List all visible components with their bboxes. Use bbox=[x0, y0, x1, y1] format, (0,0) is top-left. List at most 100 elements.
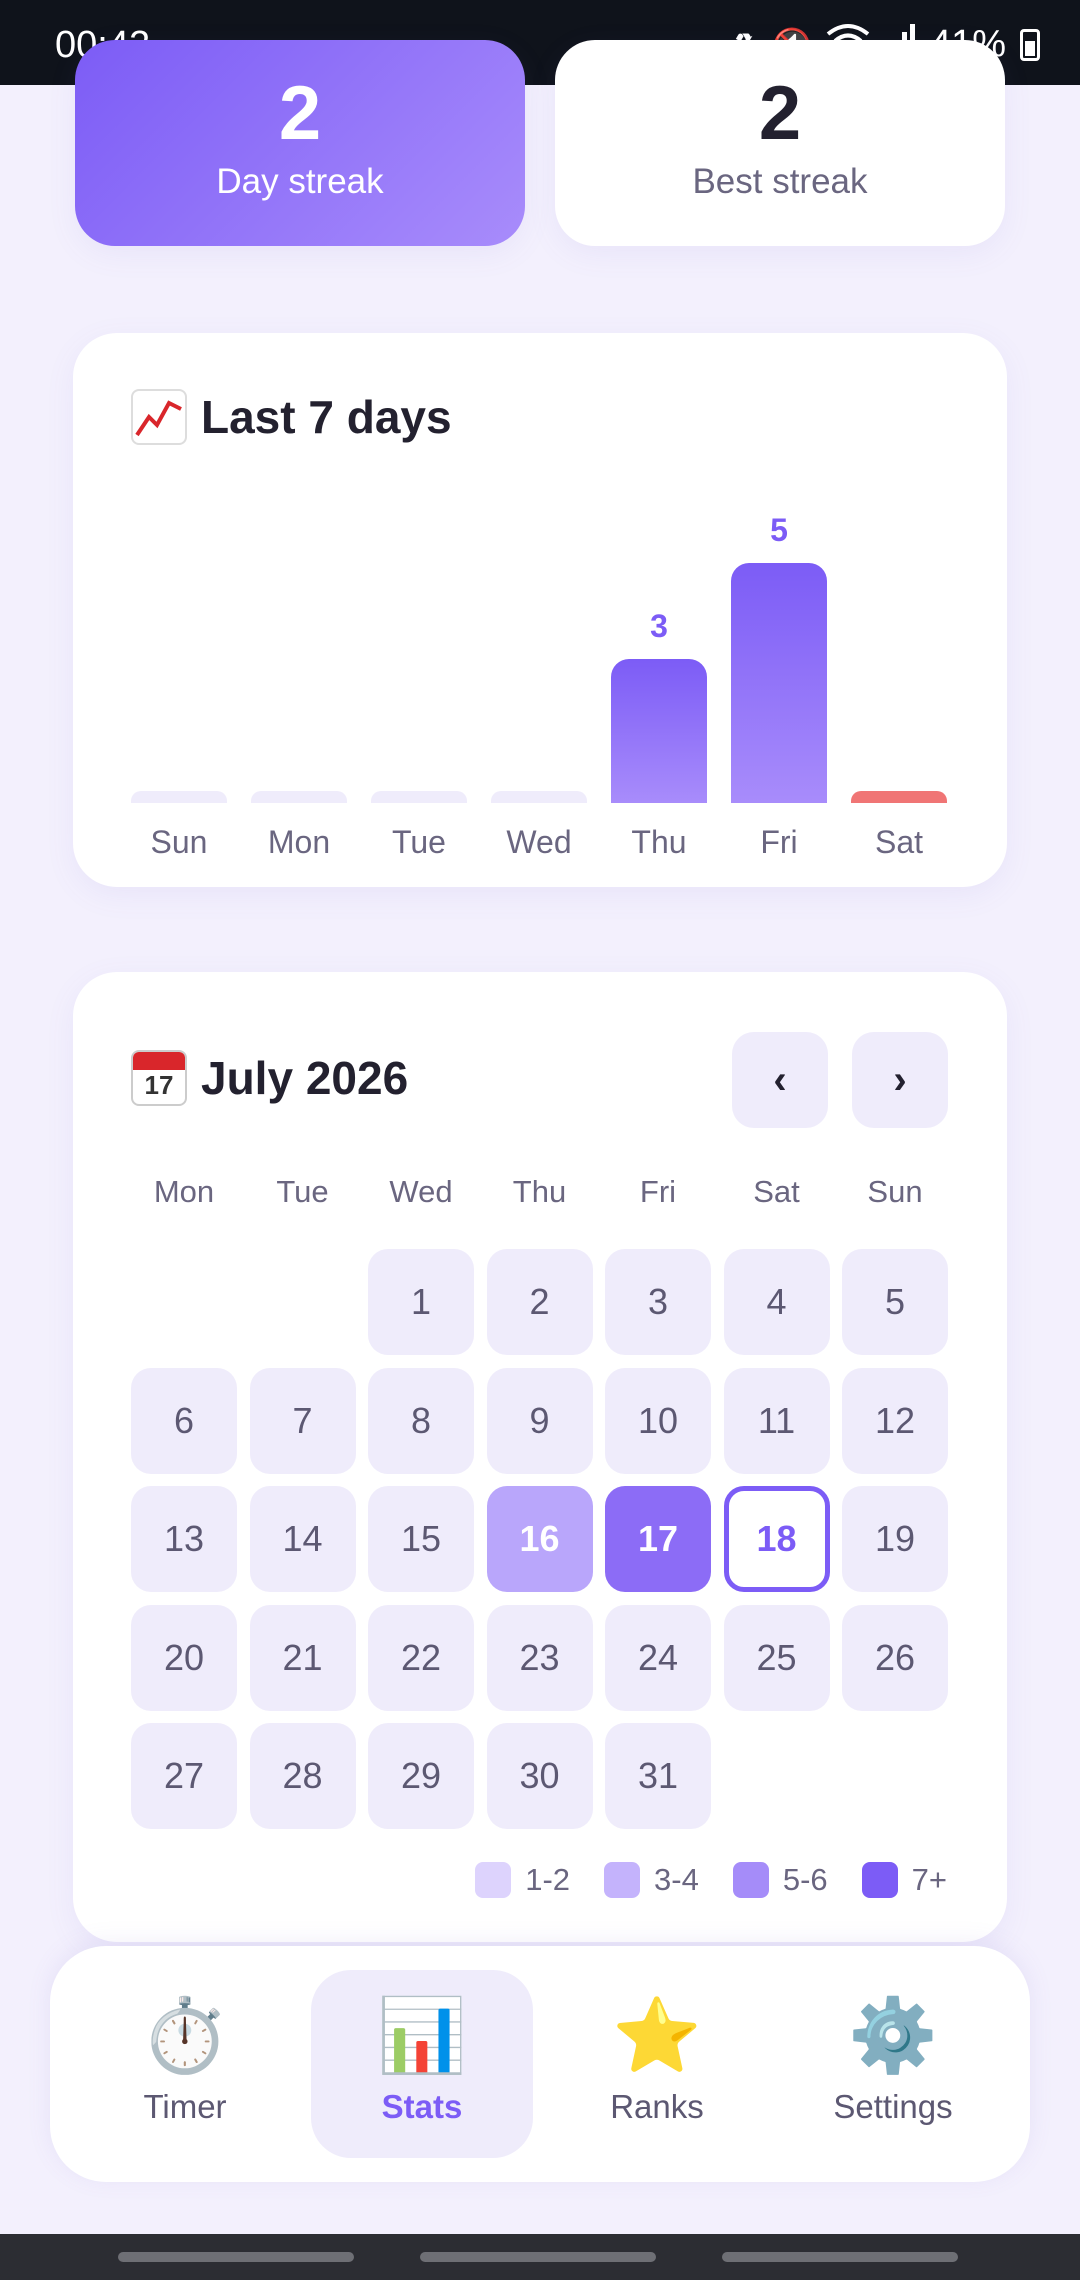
current-streak-value: 2 bbox=[278, 71, 322, 156]
nav-item-timer[interactable]: ⏱️ Timer bbox=[74, 1970, 296, 2158]
bar-column-wed: Wed bbox=[491, 473, 587, 860]
calendar-day[interactable]: 22 bbox=[368, 1604, 474, 1711]
calendar-day[interactable]: 6 bbox=[131, 1367, 237, 1474]
calendar-day[interactable]: 8 bbox=[368, 1367, 474, 1474]
bar-column-sat: Sat bbox=[851, 473, 947, 860]
calendar-day[interactable]: 14 bbox=[249, 1486, 356, 1592]
calendar-day[interactable]: 21 bbox=[249, 1604, 356, 1711]
gear-icon: ⚙️ bbox=[848, 1996, 938, 2076]
calendar-day[interactable]: 2 bbox=[486, 1249, 593, 1355]
calendar-day[interactable]: 27 bbox=[131, 1723, 237, 1829]
bar-day-label: Fri bbox=[760, 824, 798, 860]
nav-label: Settings bbox=[833, 2088, 953, 2125]
weekly-bar-chart: Sun Mon Tue Wed 3 Thu 5 Fri Sat bbox=[131, 473, 951, 860]
calendar-legend: 1-2 3-4 5-6 7+ bbox=[475, 1862, 947, 1898]
calendar-month-label: July 2026 bbox=[201, 1052, 409, 1104]
calendar-day[interactable]: 31 bbox=[605, 1723, 711, 1829]
bar-value-label: 3 bbox=[650, 608, 668, 644]
calendar-title: 17 July 2026 bbox=[131, 1050, 408, 1106]
bar-sat bbox=[851, 791, 947, 803]
legend-swatch bbox=[732, 1862, 769, 1898]
best-streak-value: 2 bbox=[758, 71, 802, 156]
calendar-day[interactable]: 15 bbox=[368, 1486, 474, 1592]
nav-label: Timer bbox=[143, 2088, 227, 2125]
bar-column-sun: Sun bbox=[131, 473, 227, 860]
calendar-day[interactable]: 10 bbox=[605, 1367, 711, 1474]
bar-fri bbox=[731, 563, 827, 803]
calendar-day[interactable]: 11 bbox=[723, 1367, 830, 1474]
nav-item-ranks[interactable]: ⭐ Ranks bbox=[546, 1970, 768, 2158]
gesture-pill[interactable] bbox=[118, 2252, 354, 2262]
bar-day-label: Wed bbox=[506, 824, 572, 860]
gesture-pill[interactable] bbox=[722, 2252, 958, 2262]
bar-column-mon: Mon bbox=[251, 473, 347, 860]
nav-label: Stats bbox=[381, 2088, 463, 2125]
legend-swatch bbox=[861, 1862, 898, 1898]
calendar-day[interactable]: 13 bbox=[131, 1486, 237, 1592]
weekday-label: Wed bbox=[389, 1174, 453, 1209]
weekly-chart-title-text: Last 7 days bbox=[201, 391, 452, 443]
star-icon: ⭐ bbox=[612, 1996, 702, 2076]
calendar-day[interactable]: 12 bbox=[842, 1367, 948, 1474]
bar-column-thu: 3 Thu bbox=[611, 473, 707, 860]
legend-item: 1-2 bbox=[475, 1862, 570, 1898]
calendar-icon: 17 bbox=[131, 1050, 187, 1106]
calendar-day[interactable]: 4 bbox=[723, 1249, 830, 1355]
bar-value-label: 5 bbox=[770, 512, 788, 548]
legend-swatch bbox=[604, 1862, 641, 1898]
bar-day-label: Thu bbox=[631, 824, 687, 860]
calendar-day[interactable]: 25 bbox=[723, 1604, 830, 1711]
bar-day-label: Sat bbox=[874, 824, 924, 860]
system-gesture-bar bbox=[0, 2234, 1080, 2280]
calendar-day[interactable]: 16 bbox=[486, 1486, 593, 1592]
calendar-day[interactable]: 28 bbox=[249, 1723, 356, 1829]
bar-thu bbox=[611, 659, 707, 803]
best-streak-card: 2 Best streak bbox=[555, 40, 1005, 246]
weekday-label: Thu bbox=[512, 1174, 567, 1209]
bar-column-fri: 5 Fri bbox=[731, 473, 827, 860]
bar-day-label: Sun bbox=[150, 824, 208, 860]
best-streak-label: Best streak bbox=[692, 162, 868, 201]
calendar-day[interactable]: 29 bbox=[368, 1723, 474, 1829]
legend-item: 3-4 bbox=[604, 1862, 699, 1898]
current-streak-card: 2 Day streak bbox=[75, 40, 525, 246]
battery-icon bbox=[1020, 28, 1040, 61]
current-streak-label: Day streak bbox=[216, 162, 384, 201]
bar-sun bbox=[131, 791, 227, 803]
weekday-label: Sat bbox=[753, 1174, 800, 1209]
chart-increasing-icon bbox=[131, 389, 187, 445]
next-month-button[interactable]: › bbox=[852, 1032, 948, 1128]
weekday-label: Sun bbox=[867, 1174, 923, 1209]
gesture-pill[interactable] bbox=[420, 2252, 656, 2262]
calendar-day[interactable]: 26 bbox=[842, 1604, 948, 1711]
bar-mon bbox=[251, 791, 347, 803]
calendar-day[interactable]: 3 bbox=[605, 1249, 711, 1355]
legend-item: 7+ bbox=[861, 1862, 947, 1898]
calendar-day[interactable]: 23 bbox=[486, 1604, 593, 1711]
calendar-day[interactable]: 17 bbox=[605, 1486, 711, 1592]
bottom-navigation: ⏱️ Timer 📊 Stats ⭐ Ranks ⚙️ Settings bbox=[50, 1946, 1030, 2182]
stopwatch-icon: ⏱️ bbox=[140, 1996, 230, 2076]
weekly-chart-card: Last 7 days Sun Mon Tue Wed 3 Thu 5 Fri Sat bbox=[73, 333, 1007, 887]
legend-item: 5-6 bbox=[732, 1862, 828, 1898]
legend-label: 7+ bbox=[911, 1862, 947, 1897]
calendar-day[interactable]: 30 bbox=[486, 1723, 593, 1829]
weekday-label: Tue bbox=[276, 1174, 329, 1209]
bar-tue bbox=[371, 791, 467, 803]
weekday-label: Mon bbox=[153, 1174, 215, 1209]
calendar-day[interactable]: 1 bbox=[368, 1249, 474, 1355]
calendar-day[interactable]: 20 bbox=[131, 1604, 237, 1711]
calendar-day[interactable]: 9 bbox=[486, 1367, 593, 1474]
nav-label: Ranks bbox=[610, 2088, 704, 2125]
prev-month-button[interactable]: ‹ bbox=[732, 1032, 828, 1128]
legend-swatch bbox=[475, 1862, 512, 1898]
calendar-day[interactable]: 5 bbox=[842, 1249, 948, 1355]
calendar-day[interactable]: 19 bbox=[842, 1486, 948, 1592]
nav-item-stats[interactable]: 📊 Stats bbox=[311, 1970, 533, 2158]
calendar-day[interactable]: 24 bbox=[605, 1604, 711, 1711]
nav-item-settings[interactable]: ⚙️ Settings bbox=[782, 1970, 1004, 2158]
calendar-card: 17 July 2026 ‹ › 1-2 3-4 5-6 7+ Mon Tue Wed Th… bbox=[73, 972, 1007, 1942]
legend-label: 3-4 bbox=[654, 1862, 699, 1897]
calendar-day-today[interactable]: 18 bbox=[723, 1486, 830, 1592]
calendar-day[interactable]: 7 bbox=[249, 1367, 356, 1474]
